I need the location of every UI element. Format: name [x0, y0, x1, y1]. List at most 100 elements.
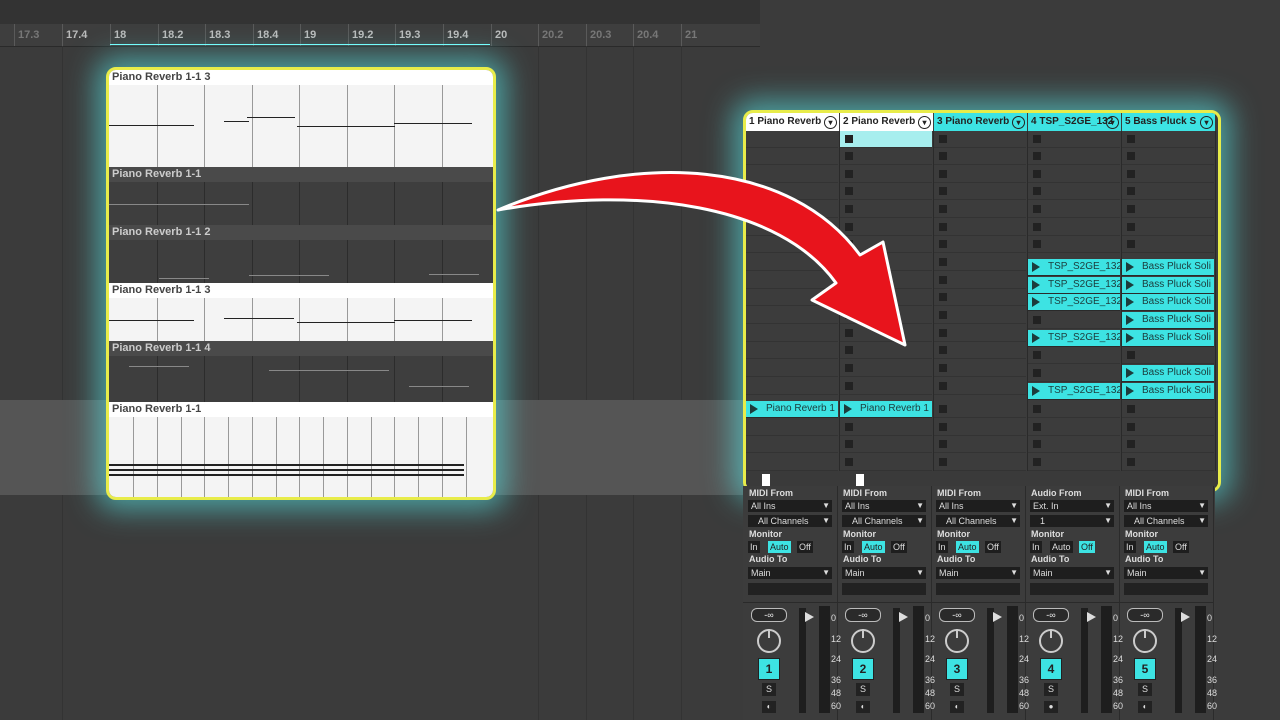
stop-icon[interactable] — [1127, 405, 1135, 413]
midi-clip-body[interactable] — [109, 356, 493, 402]
clip-slot[interactable] — [934, 360, 1026, 377]
stop-icon[interactable] — [845, 240, 853, 248]
stop-icon[interactable] — [845, 258, 853, 266]
stop-icon[interactable] — [939, 240, 947, 248]
clip-slot[interactable] — [1028, 347, 1120, 364]
clip-slot[interactable] — [934, 342, 1026, 359]
stop-icon[interactable] — [845, 187, 853, 195]
stop-icon[interactable] — [1127, 351, 1135, 359]
clip-slot[interactable] — [1028, 312, 1120, 329]
monitor-in-button[interactable]: In — [748, 541, 760, 553]
clip-slot[interactable] — [746, 454, 838, 471]
session-clip[interactable]: Bass Pluck Soli — [1122, 312, 1214, 329]
clip-slot[interactable] — [1028, 365, 1120, 382]
session-clip[interactable]: TSP_S2GE_132 — [1028, 383, 1120, 400]
clip-slot[interactable] — [840, 131, 932, 148]
session-clip[interactable]: Bass Pluck Soli — [1122, 259, 1214, 276]
track-header[interactable]: 5 Bass Pluck S ▾ — [1122, 113, 1215, 131]
stop-icon[interactable] — [1127, 440, 1135, 448]
stop-icon[interactable] — [939, 205, 947, 213]
clip-slot[interactable] — [1122, 454, 1214, 471]
clip-slot[interactable] — [1122, 436, 1214, 453]
clip-slot[interactable] — [840, 307, 932, 324]
clip-slot[interactable] — [746, 325, 838, 342]
monitor-off-button[interactable]: Off — [891, 541, 907, 553]
audio-to-select[interactable]: Main ▼ — [748, 567, 832, 579]
clip-slot[interactable] — [1122, 347, 1214, 364]
clip-slot[interactable] — [840, 219, 932, 236]
clip-slot[interactable] — [934, 219, 1026, 236]
stop-icon[interactable] — [1033, 135, 1041, 143]
play-icon[interactable] — [1032, 297, 1040, 307]
clip-slot[interactable] — [1028, 419, 1120, 436]
stop-icon[interactable] — [1033, 458, 1041, 466]
stop-icon[interactable] — [939, 258, 947, 266]
arrangement-lane[interactable]: Piano Reverb 1-1 3 — [109, 70, 493, 167]
clip-slot[interactable] — [1028, 436, 1120, 453]
stop-icon[interactable] — [939, 423, 947, 431]
clip-slot[interactable] — [746, 272, 838, 289]
clip-slot[interactable] — [934, 148, 1026, 165]
stop-icon[interactable] — [1033, 405, 1041, 413]
stop-icon[interactable] — [845, 135, 853, 143]
clip-slot[interactable] — [840, 454, 932, 471]
stop-icon[interactable] — [1033, 205, 1041, 213]
clip-slot[interactable] — [840, 325, 932, 342]
clip-slot[interactable] — [1122, 166, 1214, 183]
stop-icon[interactable] — [939, 187, 947, 195]
stop-icon[interactable] — [845, 276, 853, 284]
play-icon[interactable] — [1032, 333, 1040, 343]
stop-icon[interactable] — [1033, 170, 1041, 178]
stop-icon[interactable] — [1127, 458, 1135, 466]
clip-slot[interactable] — [1028, 401, 1120, 418]
session-clip[interactable]: Piano Reverb 1 — [746, 401, 838, 418]
solo-button[interactable]: S — [1044, 683, 1058, 696]
input-type-select[interactable]: All Ins ▼ — [1124, 500, 1208, 512]
clip-slot[interactable] — [746, 419, 838, 436]
clip-slot[interactable] — [1028, 219, 1120, 236]
clip-slot[interactable] — [1028, 183, 1120, 200]
stop-icon[interactable] — [1033, 351, 1041, 359]
clip-slot[interactable] — [746, 360, 838, 377]
session-clip[interactable]: Bass Pluck Soli — [1122, 294, 1214, 311]
dropdown-icon[interactable]: ▾ — [1200, 116, 1213, 129]
play-icon[interactable] — [1126, 280, 1134, 290]
arrangement-lane[interactable]: Piano Reverb 1-1 — [109, 402, 493, 497]
monitor-off-button[interactable]: Off — [1079, 541, 1095, 553]
track-activator-button[interactable]: 3 — [946, 658, 968, 680]
stop-icon[interactable] — [1127, 152, 1135, 160]
clip-slot[interactable] — [1028, 454, 1120, 471]
monitor-in-button[interactable]: In — [842, 541, 854, 553]
clip-slot[interactable] — [746, 307, 838, 324]
clip-slot[interactable] — [1122, 236, 1214, 253]
stop-icon[interactable] — [939, 223, 947, 231]
track-header[interactable]: 2 Piano Reverb ▾ — [840, 113, 933, 131]
clip-slot[interactable] — [840, 148, 932, 165]
stop-icon[interactable] — [845, 311, 853, 319]
clip-slot[interactable] — [840, 201, 932, 218]
input-channel-select[interactable]: All Channels ▼ — [842, 515, 926, 527]
clip-slot[interactable] — [1028, 166, 1120, 183]
stop-icon[interactable] — [845, 423, 853, 431]
clip-slot[interactable] — [746, 219, 838, 236]
play-icon[interactable] — [750, 404, 758, 414]
clip-slot[interactable] — [1028, 236, 1120, 253]
clip-slot[interactable] — [840, 360, 932, 377]
stop-icon[interactable] — [939, 364, 947, 372]
stop-icon[interactable] — [1033, 187, 1041, 195]
session-clip[interactable]: TSP_S2GE_132 — [1028, 277, 1120, 294]
track-activator-button[interactable]: 2 — [852, 658, 874, 680]
fader-pointer-icon[interactable] — [1181, 612, 1190, 622]
clip-slot[interactable] — [746, 342, 838, 359]
volume-readout[interactable]: -∞ — [751, 608, 787, 622]
play-icon[interactable] — [1126, 315, 1134, 325]
solo-button[interactable]: S — [762, 683, 776, 696]
stop-icon[interactable] — [939, 293, 947, 301]
dropdown-icon[interactable]: ▾ — [1012, 116, 1025, 129]
clip-slot[interactable] — [1028, 148, 1120, 165]
solo-button[interactable]: S — [856, 683, 870, 696]
clip-slot[interactable] — [1028, 201, 1120, 218]
solo-button[interactable]: S — [950, 683, 964, 696]
track-activator-button[interactable]: 4 — [1040, 658, 1062, 680]
stop-icon[interactable] — [1033, 440, 1041, 448]
